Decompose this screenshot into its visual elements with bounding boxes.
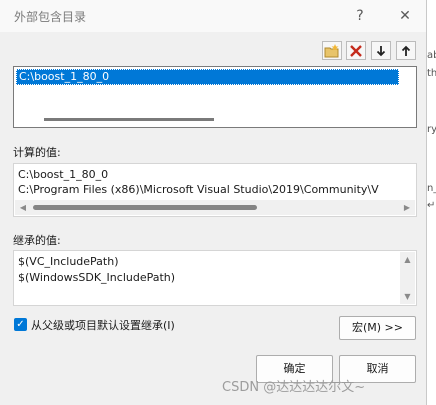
help-button[interactable]: ?	[347, 5, 373, 27]
computed-values-box: C:\boost_1_80_0 C:\Program Files (x86)\M…	[13, 163, 417, 217]
title-bar: 外部包含目录 ? ✕	[0, 0, 426, 32]
delete-button[interactable]	[346, 41, 366, 60]
inherited-values-box: $(VC_IncludePath) $(WindowsSDK_IncludePa…	[13, 250, 417, 306]
scroll-thumb[interactable]	[33, 205, 257, 210]
arrow-down-icon	[376, 46, 386, 57]
inherited-vscrollbar[interactable]: ▲ ▼	[400, 252, 415, 304]
move-down-button[interactable]	[371, 41, 391, 60]
macros-button[interactable]: 宏(M) >>	[339, 316, 416, 340]
background-text: ry	[427, 124, 436, 135]
computed-value-line: C:\Program Files (x86)\Microsoft Visual …	[18, 183, 379, 196]
scroll-down-arrow[interactable]: ▼	[400, 289, 415, 304]
arrow-up-icon	[401, 45, 411, 56]
background-text: ↵	[427, 200, 436, 211]
focus-rect	[16, 69, 399, 85]
move-up-button[interactable]	[396, 41, 416, 60]
inherited-values-label: 继承的值:	[13, 234, 61, 247]
new-line-button[interactable]	[322, 41, 342, 60]
scroll-up-arrow[interactable]: ▲	[400, 252, 415, 267]
inherit-checkbox[interactable]: ✓	[14, 318, 27, 331]
background-text: ab	[427, 50, 436, 61]
scroll-right-arrow[interactable]: ▶	[399, 200, 415, 215]
background-text: th	[427, 68, 436, 79]
computed-values-label: 计算的值:	[13, 146, 61, 159]
scroll-left-arrow[interactable]: ◀	[15, 200, 31, 215]
close-button[interactable]: ✕	[392, 5, 418, 27]
inherit-checkbox-label[interactable]: 从父级或项目默认设置继承(I)	[31, 317, 175, 333]
dialog-title: 外部包含目录	[14, 10, 87, 24]
list-item-selected[interactable]: C:\boost_1_80_0	[16, 69, 399, 85]
folder-star-icon	[324, 44, 339, 58]
background-text: n_	[427, 183, 436, 194]
include-directories-dialog: 外部包含目录 ? ✕ C:\boost_1_80_0 计算的值: C:\boos…	[0, 0, 427, 405]
directory-list[interactable]: C:\boost_1_80_0	[13, 66, 417, 128]
list-scrollbar[interactable]	[44, 118, 214, 121]
inherited-value-line: $(WindowsSDK_IncludePath)	[18, 271, 176, 284]
inherited-value-line: $(VC_IncludePath)	[18, 255, 119, 268]
red-x-icon	[350, 45, 362, 57]
computed-value-line: C:\boost_1_80_0	[18, 168, 109, 181]
computed-hscrollbar[interactable]: ◀ ▶	[15, 200, 415, 215]
watermark: CSDN @达达达达尔文~	[222, 380, 366, 395]
